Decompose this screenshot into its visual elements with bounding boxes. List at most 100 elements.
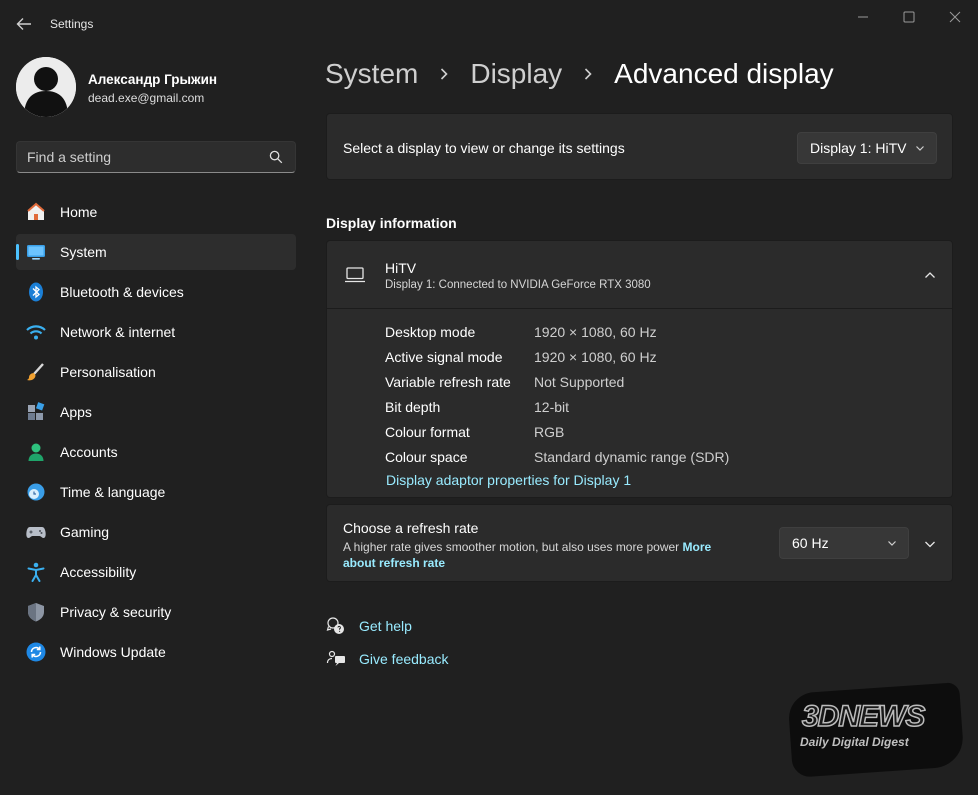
watermark-tagline: Daily Digital Digest bbox=[800, 735, 909, 749]
minimize-button[interactable] bbox=[852, 6, 874, 28]
get-help-link[interactable]: Get help bbox=[326, 616, 412, 636]
expand-chevron-icon[interactable] bbox=[922, 536, 938, 552]
sidebar-item-label: Accessibility bbox=[60, 564, 137, 580]
give-feedback-label[interactable]: Give feedback bbox=[359, 651, 449, 667]
display-name: HiTV bbox=[385, 260, 417, 276]
sidebar-item-privacy-security[interactable]: Privacy & security bbox=[16, 594, 296, 630]
sidebar-item-label: Network & internet bbox=[60, 324, 176, 340]
info-key: Colour space bbox=[385, 448, 468, 465]
sidebar-item-label: Personalisation bbox=[60, 364, 156, 380]
apps-icon bbox=[25, 401, 47, 423]
info-row: Colour format RGB bbox=[385, 419, 729, 444]
user-email: dead.exe@gmail.com bbox=[88, 91, 205, 105]
chevron-right-icon bbox=[430, 60, 458, 88]
display-connection: Display 1: Connected to NVIDIA GeForce R… bbox=[385, 279, 651, 291]
maximize-button[interactable] bbox=[898, 6, 920, 28]
person-icon bbox=[25, 441, 47, 463]
display-adapter-properties-link[interactable]: Display adaptor properties for Display 1 bbox=[386, 472, 631, 488]
home-icon bbox=[25, 201, 47, 223]
display-dropdown[interactable]: Display 1: HiTV bbox=[797, 132, 937, 164]
sidebar-item-label: Bluetooth & devices bbox=[60, 284, 184, 300]
avatar[interactable] bbox=[16, 57, 76, 117]
user-name: Александр Грыжин bbox=[88, 72, 218, 87]
sidebar-item-bluetooth[interactable]: Bluetooth & devices bbox=[16, 274, 296, 310]
breadcrumb-system[interactable]: System bbox=[325, 58, 418, 90]
title-bar: Settings bbox=[0, 0, 978, 48]
chevron-right-icon bbox=[574, 60, 602, 88]
close-button[interactable] bbox=[944, 6, 966, 28]
brush-icon bbox=[25, 361, 47, 383]
info-value: 1920 × 1080, 60 Hz bbox=[534, 348, 657, 365]
search-input[interactable] bbox=[27, 142, 267, 172]
display-dropdown-value: Display 1: HiTV bbox=[810, 140, 907, 156]
sidebar-item-label: Windows Update bbox=[60, 644, 166, 660]
display-select-card: Select a display to view or change its s… bbox=[326, 113, 953, 180]
wifi-icon bbox=[25, 321, 47, 343]
info-row: Variable refresh rate Not Supported bbox=[385, 369, 729, 394]
system-icon bbox=[25, 241, 47, 263]
close-icon bbox=[949, 11, 961, 23]
chevron-down-icon bbox=[888, 541, 896, 546]
bluetooth-icon bbox=[25, 281, 47, 303]
back-button[interactable] bbox=[12, 12, 36, 36]
laptop-icon bbox=[345, 267, 365, 283]
info-key: Variable refresh rate bbox=[385, 373, 511, 390]
display-info-header[interactable]: HiTV Display 1: Connected to NVIDIA GeFo… bbox=[327, 241, 952, 309]
info-value: Not Supported bbox=[534, 373, 625, 390]
info-value: 12-bit bbox=[534, 398, 570, 415]
info-key: Desktop mode bbox=[385, 323, 476, 340]
sidebar-item-time-language[interactable]: Time & language bbox=[16, 474, 296, 510]
info-row: Active signal mode 1920 × 1080, 60 Hz bbox=[385, 344, 729, 369]
info-value: Standard dynamic range (SDR) bbox=[534, 448, 730, 465]
info-key: Active signal mode bbox=[385, 348, 503, 365]
display-select-label: Select a display to view or change its s… bbox=[343, 140, 625, 156]
display-info-rows: Desktop mode 1920 × 1080, 60 Hz Active si… bbox=[385, 319, 729, 469]
feedback-icon bbox=[326, 650, 345, 666]
refresh-rate-dropdown[interactable]: 60 Hz bbox=[779, 527, 909, 559]
sidebar-nav: Home System Bluetooth & devices Network … bbox=[16, 194, 296, 674]
chevron-up-icon[interactable] bbox=[922, 267, 938, 283]
info-row: Colour space Standard dynamic range (SDR) bbox=[385, 444, 729, 469]
accessibility-icon bbox=[25, 561, 47, 583]
sidebar-item-personalisation[interactable]: Personalisation bbox=[16, 354, 296, 390]
search-icon[interactable] bbox=[269, 150, 283, 164]
sidebar-item-gaming[interactable]: Gaming bbox=[16, 514, 296, 550]
sidebar-item-system[interactable]: System bbox=[16, 234, 296, 270]
sidebar-item-network[interactable]: Network & internet bbox=[16, 314, 296, 350]
sidebar-item-label: Accounts bbox=[60, 444, 118, 460]
chevron-down-icon bbox=[916, 146, 924, 151]
refresh-rate-description-text: A higher rate gives smoother motion, but… bbox=[343, 540, 680, 554]
info-key: Colour format bbox=[385, 423, 470, 440]
sidebar-item-accounts[interactable]: Accounts bbox=[16, 434, 296, 470]
sidebar-item-label: Home bbox=[60, 204, 98, 220]
page-title: Advanced display bbox=[614, 58, 834, 89]
refresh-rate-card: Choose a refresh rate A higher rate give… bbox=[326, 504, 953, 582]
watermark-logo: 3DNEWS Daily Digital Digest bbox=[787, 682, 965, 778]
info-row: Desktop mode 1920 × 1080, 60 Hz bbox=[385, 319, 729, 344]
gamepad-icon bbox=[25, 521, 47, 543]
user-silhouette-icon bbox=[16, 57, 76, 117]
maximize-icon bbox=[903, 11, 915, 23]
breadcrumb: System Display Advanced display bbox=[325, 58, 834, 90]
sidebar-item-apps[interactable]: Apps bbox=[16, 394, 296, 430]
give-feedback-link[interactable]: Give feedback bbox=[326, 649, 449, 669]
sidebar-item-accessibility[interactable]: Accessibility bbox=[16, 554, 296, 590]
breadcrumb-display[interactable]: Display bbox=[470, 58, 562, 90]
sidebar-item-label: Apps bbox=[60, 404, 92, 420]
sidebar-item-label: System bbox=[60, 244, 107, 260]
arrow-left-icon bbox=[16, 18, 31, 30]
shield-icon bbox=[25, 601, 47, 623]
sidebar-item-label: Time & language bbox=[60, 484, 166, 500]
info-row: Bit depth 12-bit bbox=[385, 394, 729, 419]
sidebar-item-home[interactable]: Home bbox=[16, 194, 296, 230]
help-icon bbox=[326, 617, 344, 634]
section-title: Display information bbox=[326, 215, 457, 231]
update-icon bbox=[25, 641, 47, 663]
search-box[interactable] bbox=[16, 141, 296, 173]
sidebar-item-windows-update[interactable]: Windows Update bbox=[16, 634, 296, 670]
display-info-card: HiTV Display 1: Connected to NVIDIA GeFo… bbox=[326, 240, 953, 498]
minimize-icon bbox=[858, 16, 868, 18]
get-help-label[interactable]: Get help bbox=[359, 618, 412, 634]
sidebar-item-label: Privacy & security bbox=[60, 604, 172, 620]
app-title: Settings bbox=[50, 17, 94, 31]
